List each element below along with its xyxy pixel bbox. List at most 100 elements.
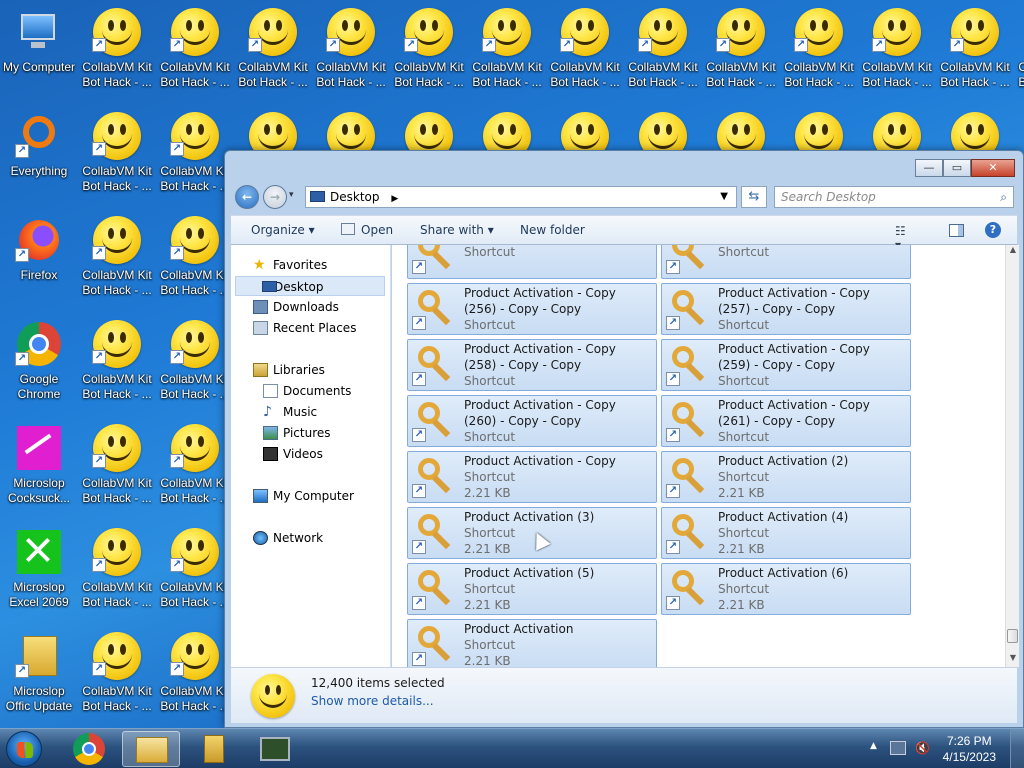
view-options-icon[interactable]: ☷ ▾ — [895, 224, 911, 252]
shortcut-arrow-icon: ↗ — [170, 38, 184, 52]
clock[interactable]: 7:26 PM 4/15/2023 — [943, 733, 996, 765]
file-tile[interactable]: ↗ Product Activation (3) Shortcut 2.21 KB — [407, 507, 657, 559]
show-more-details-link[interactable]: Show more details... — [311, 694, 434, 708]
desktop-icon-collabvm[interactable]: ↗CollabVM Kit Bot Hack - ... — [78, 522, 156, 622]
file-tile[interactable]: ↗ Product Activation (4) Shortcut 2.21 KB — [661, 507, 911, 559]
taskbar-explorer[interactable] — [122, 731, 180, 767]
desktop-icon-collabvm[interactable]: ↗CollabVM Kit Bot Hack - ... — [156, 626, 234, 726]
file-tile[interactable]: ↗ Product Activation Shortcut 2.21 KB — [407, 619, 657, 667]
share-with-button[interactable]: Share with ▾ — [420, 223, 494, 237]
scroll-thumb[interactable] — [1007, 629, 1018, 643]
help-icon[interactable]: ? — [985, 222, 1001, 238]
shortcut-arrow-icon: ↗ — [170, 142, 184, 156]
nav-libraries[interactable]: Libraries — [251, 360, 391, 380]
nav-recent-places[interactable]: Recent Places — [251, 318, 391, 338]
breadcrumb-chevron-icon[interactable]: ▶ — [391, 194, 398, 204]
taskbar-app[interactable] — [246, 731, 304, 767]
scroll-down-icon[interactable]: ▼ — [1006, 653, 1020, 667]
desktop-icon-firefox[interactable]: ↗ Firefox — [0, 210, 78, 310]
file-tile[interactable]: ↗ Product Activation - Copy (257) - Copy … — [661, 283, 911, 335]
desktop-icon-collabvm[interactable]: ↗CollabVM Kit Bot Hack - ... — [702, 2, 780, 102]
file-tile[interactable]: ↗ Product Activation - Copy (256) - Copy … — [407, 283, 657, 335]
desktop-icon-my-computer[interactable]: My Computer — [0, 2, 78, 102]
desktop-icon-collabvm[interactable]: ↗CollabVM Kit Bot Hack - ... — [234, 2, 312, 102]
close-button[interactable]: ✕ — [971, 159, 1015, 177]
show-hidden-icons-icon[interactable]: ▲ — [870, 741, 877, 751]
desktop-icon-collabvm[interactable]: ↗CollabVM Kit Bot Hack - ... — [312, 2, 390, 102]
show-desktop-button[interactable] — [1010, 729, 1024, 768]
new-folder-button[interactable]: New folder — [520, 223, 585, 237]
file-tile[interactable]: ↗ Product Activation (2) Shortcut 2.21 KB — [661, 451, 911, 503]
chevron-down-icon[interactable]: ▼ — [720, 187, 728, 207]
file-tile[interactable]: ↗ Product Activation (6) Shortcut 2.21 KB — [661, 563, 911, 615]
nav-pictures[interactable]: Pictures — [261, 423, 401, 443]
desktop-icon-collabvm[interactable]: ↗CollabVM Kit Bot Hack - ... — [78, 314, 156, 414]
desktop-icon-collabvm[interactable]: ↗CollabVM Kit Bot Hack - ... — [156, 2, 234, 102]
desktop-icon-everything[interactable]: ↗ Everything — [0, 106, 78, 206]
file-tile[interactable]: ↗Copy - CopyShortcut — [407, 245, 657, 279]
monitor-icon — [260, 737, 290, 761]
desktop-icon-office-update[interactable]: ↗ Microslop Offic Update — [0, 626, 78, 726]
desktop-icon-collabvm[interactable]: ↗CollabVM Kit Bot Hack - ... — [78, 2, 156, 102]
back-button[interactable]: ← — [235, 185, 259, 209]
desktop-icon-label: CollabVM Kit Bot Hack - ... — [160, 580, 230, 609]
shortcut-arrow-icon: ↗ — [92, 558, 106, 572]
desktop-icon-cocksuck[interactable]: Microslop Cocksuck... — [0, 418, 78, 518]
network-tray-icon[interactable] — [890, 741, 906, 755]
desktop-icon-collabvm[interactable]: ↗CollabVM Kit Bot Hack - ... — [546, 2, 624, 102]
nav-favorites[interactable]: ★ Favorites — [251, 255, 391, 275]
minimize-button[interactable]: — — [915, 159, 943, 177]
taskbar-chrome[interactable] — [60, 731, 118, 767]
shortcut-arrow-icon: ↗ — [170, 558, 184, 572]
nav-videos[interactable]: Videos — [261, 444, 401, 464]
forward-button[interactable]: → — [263, 185, 287, 209]
nav-music[interactable]: ♪ Music — [261, 402, 401, 422]
open-button[interactable]: Open — [361, 223, 393, 237]
nav-desktop[interactable]: Desktop — [235, 276, 385, 296]
file-tile[interactable]: ↗ Product Activation - Copy (258) - Copy … — [407, 339, 657, 391]
desktop-icon-collabvm[interactable]: ↗CollabVM Kit Bot Hack - ... — [156, 106, 234, 206]
desktop-icon-collabvm[interactable]: ↗CollabVM Kit Bot Hack - ... — [78, 210, 156, 310]
desktop-icon-collabvm[interactable]: ↗CollabVM Kit Bot Hack - ... — [78, 418, 156, 518]
organize-button[interactable]: Organize ▾ — [251, 223, 315, 237]
desktop-icon-label: CollabVM Kit Bot Hack - ... — [160, 476, 230, 505]
file-icon — [204, 735, 224, 763]
nav-documents[interactable]: Documents — [261, 381, 401, 401]
file-tile[interactable]: ↗ Product Activation - Copy (259) - Copy … — [661, 339, 911, 391]
desktop-icon-collabvm[interactable]: ↗CollabVM Kit Bot Hack - ... — [156, 210, 234, 310]
file-tile[interactable]: ↗Copy - CopyShortcut — [661, 245, 911, 279]
desktop-icon-collabvm[interactable]: ↗CollabVM Kit Bot Hack - ... — [858, 2, 936, 102]
desktop-icon-collabvm[interactable]: ↗CollabVM Kit Bot Hack - ... — [78, 626, 156, 726]
desktop-icon-collabvm[interactable]: ↗CollabVM Kit Bot Hack - ... — [156, 314, 234, 414]
desktop-icon-excel[interactable]: Microslop Excel 2069 — [0, 522, 78, 622]
vertical-scrollbar[interactable]: ▲ ▼ — [1005, 245, 1019, 667]
desktop-icon-chrome[interactable]: ↗ Google Chrome — [0, 314, 78, 414]
desktop-icon-collabvm[interactable]: ↗ CollabVM Kit Bot Hack - ... — [156, 522, 234, 622]
shortcut-arrow-icon: ↗ — [666, 260, 680, 274]
maximize-button[interactable]: ▭ — [943, 159, 971, 177]
file-tile[interactable]: ↗ Product Activation - Copy Shortcut 2.21 K… — [407, 451, 657, 503]
desktop-icon-collabvm[interactable]: ↗CollabVM Kit Bot Hack - ... — [1014, 2, 1024, 102]
volume-muted-icon[interactable]: 🔇 — [915, 741, 930, 755]
start-button[interactable] — [6, 731, 42, 767]
desktop-icon-collabvm[interactable]: ↗CollabVM Kit Bot Hack - ... — [624, 2, 702, 102]
nav-network[interactable]: Network — [251, 528, 391, 548]
file-tile[interactable]: ↗ Product Activation - Copy (260) - Copy … — [407, 395, 657, 447]
nav-downloads[interactable]: Downloads — [251, 297, 391, 317]
desktop-icon-collabvm[interactable]: ↗CollabVM Kit Bot Hack - ... — [390, 2, 468, 102]
desktop-icon-collabvm[interactable]: ↗CollabVM Kit Bot Hack - ... — [78, 106, 156, 206]
search-input[interactable]: Search Desktop ⌕ — [774, 186, 1014, 208]
desktop-icon-collabvm[interactable]: ↗CollabVM Kit Bot Hack - ... — [156, 418, 234, 518]
recent-pages-icon[interactable]: ▾ — [289, 190, 294, 200]
desktop-icon-collabvm[interactable]: ↗CollabVM Kit Bot Hack - ... — [780, 2, 858, 102]
file-tile[interactable]: ↗ Product Activation - Copy (261) - Copy … — [661, 395, 911, 447]
preview-pane-icon[interactable] — [949, 224, 964, 237]
scroll-up-icon[interactable]: ▲ — [1006, 245, 1020, 259]
address-path[interactable]: Desktop ▶ ▼ — [305, 186, 737, 208]
desktop-icon-collabvm[interactable]: ↗CollabVM Kit Bot Hack - ... — [936, 2, 1014, 102]
nav-my-computer[interactable]: My Computer — [251, 486, 391, 506]
taskbar-file[interactable] — [184, 731, 242, 767]
refresh-button[interactable]: ⇆ — [741, 186, 767, 208]
desktop-icon-collabvm[interactable]: ↗CollabVM Kit Bot Hack - ... — [468, 2, 546, 102]
file-tile[interactable]: ↗ Product Activation (5) Shortcut 2.21 KB — [407, 563, 657, 615]
